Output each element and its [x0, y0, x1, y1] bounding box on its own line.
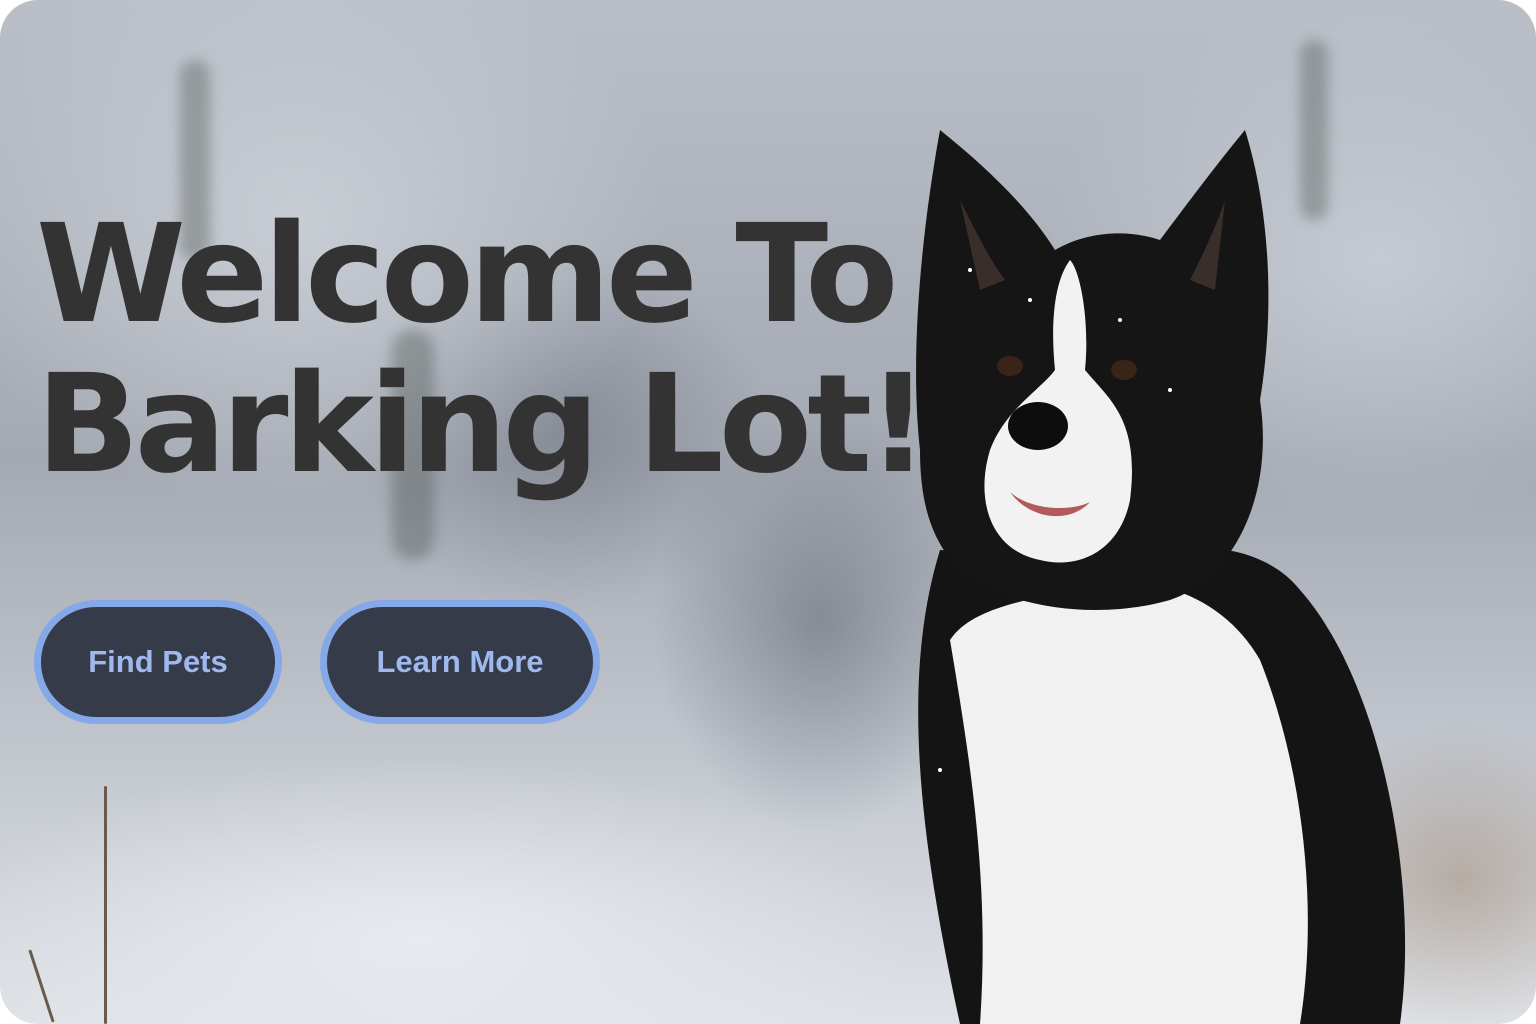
hero-section: Welcome To Barking Lot! Find Pets Learn … — [0, 0, 1536, 1024]
find-pets-button[interactable]: Find Pets — [34, 600, 282, 724]
hero-title: Welcome To Barking Lot! — [36, 196, 929, 504]
border-collie-image — [916, 130, 1406, 1024]
learn-more-button[interactable]: Learn More — [320, 600, 600, 724]
